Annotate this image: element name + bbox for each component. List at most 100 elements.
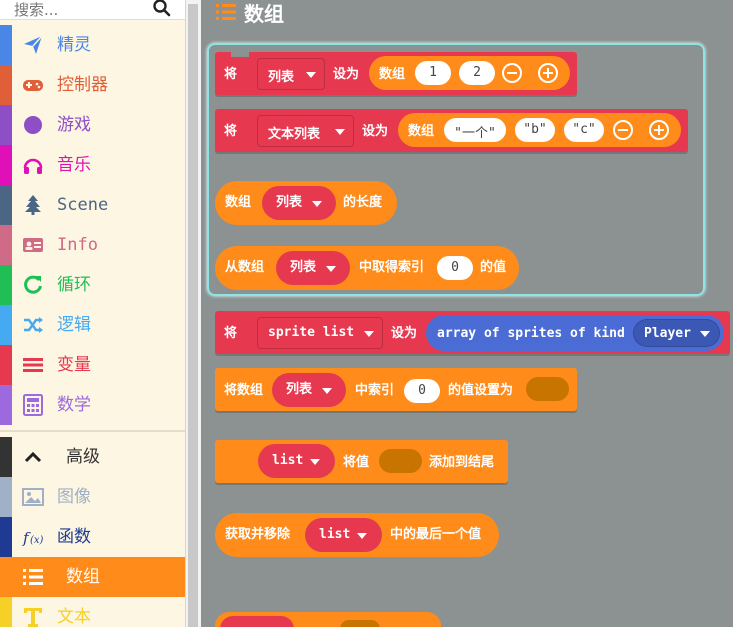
- number-field[interactable]: 1: [415, 61, 451, 85]
- variable-dropdown[interactable]: 列表: [257, 58, 325, 90]
- number-field[interactable]: 2: [459, 61, 495, 85]
- block-label: 中索引: [355, 383, 395, 398]
- value-socket[interactable]: [526, 377, 569, 401]
- category-color-bar: [0, 345, 12, 385]
- toolbox-separator: [0, 430, 185, 432]
- svg-text:(x): (x): [30, 535, 44, 546]
- function-icon: f (x): [22, 529, 44, 547]
- dropdown-caret-icon: [364, 331, 374, 337]
- category-sprites[interactable]: 精灵: [0, 25, 185, 65]
- variable-dropdown[interactable]: [220, 616, 294, 627]
- category-label: 数组: [66, 567, 100, 587]
- dropdown-text: sprite list: [268, 325, 355, 340]
- category-label: 函数: [57, 527, 91, 547]
- variable-dropdown[interactable]: list: [258, 444, 335, 478]
- string-field[interactable]: "一个": [444, 118, 506, 142]
- remove-item-icon[interactable]: [613, 120, 633, 140]
- variable-dropdown[interactable]: 列表: [276, 251, 350, 285]
- block-label: 数组: [225, 195, 252, 210]
- category-images[interactable]: 图像: [0, 477, 185, 517]
- string-field[interactable]: "c": [564, 118, 604, 142]
- category-color-bar: [0, 145, 12, 185]
- dropdown-text: 列表: [276, 195, 303, 210]
- category-color-bar: [0, 25, 12, 65]
- variable-dropdown[interactable]: 列表: [262, 186, 336, 220]
- dropdown-caret-icon: [310, 459, 320, 465]
- category-math[interactable]: 数学: [0, 385, 185, 425]
- add-item-icon[interactable]: [649, 120, 669, 140]
- number-field[interactable]: 0: [404, 379, 440, 403]
- category-text[interactable]: 文本: [0, 597, 185, 627]
- dropdown-caret-icon: [306, 72, 316, 78]
- tree-icon: [25, 195, 41, 215]
- block-label: 将: [224, 124, 238, 139]
- text-icon: [24, 608, 42, 627]
- category-logic[interactable]: 逻辑: [0, 305, 185, 345]
- category-label: 逻辑: [57, 315, 91, 335]
- block-label: 将值: [343, 455, 370, 470]
- toolbox-scrollbar-thumb[interactable]: [188, 4, 198, 627]
- toolbox: 搜索... 精灵 控制器 游戏 音乐 Scene Info 循环 逻辑 变量 数…: [0, 0, 185, 627]
- search-icon[interactable]: [152, 0, 172, 18]
- category-color-bar: [0, 517, 12, 557]
- value-socket[interactable]: [379, 449, 422, 473]
- block-label: 的长度: [343, 195, 383, 210]
- block-label: 设为: [362, 124, 389, 139]
- category-game[interactable]: 游戏: [0, 105, 185, 145]
- category-color-bar: [0, 65, 12, 105]
- circle-icon: [24, 116, 42, 134]
- dropdown-caret-icon: [700, 331, 710, 337]
- value-socket[interactable]: [340, 620, 380, 627]
- variable-dropdown[interactable]: 列表: [272, 373, 346, 407]
- category-label: Info: [57, 235, 98, 255]
- category-label: 文本: [57, 607, 91, 627]
- category-music[interactable]: 音乐: [0, 145, 185, 185]
- block-label: 数组: [379, 67, 406, 82]
- dropdown-caret-icon: [335, 129, 345, 135]
- category-color-bar: [0, 185, 12, 225]
- block-label: 中取得索引: [359, 260, 425, 275]
- category-label: 音乐: [57, 155, 91, 175]
- kind-dropdown[interactable]: Player: [633, 319, 720, 347]
- category-controller[interactable]: 控制器: [0, 65, 185, 105]
- array-set-index-block[interactable]: [215, 368, 577, 411]
- flyout-title-text: 数组: [244, 2, 284, 26]
- dropdown-text: list: [272, 453, 304, 468]
- add-item-icon[interactable]: [538, 63, 558, 83]
- block-label: array of sprites of kind: [437, 326, 625, 341]
- remove-item-icon[interactable]: [502, 63, 522, 83]
- category-label: 图像: [57, 487, 91, 507]
- list-lines-icon: [23, 358, 43, 372]
- id-card-icon: [23, 238, 43, 252]
- search-placeholder: 搜索...: [14, 1, 59, 19]
- list-icon: [23, 569, 43, 585]
- category-functions[interactable]: f (x) 函数: [0, 517, 185, 557]
- block-label: 添加到结尾: [429, 455, 495, 470]
- dropdown-caret-icon: [357, 533, 367, 539]
- category-label: 精灵: [57, 35, 91, 55]
- chevron-up-icon: [24, 451, 42, 463]
- dropdown-text: 列表: [286, 382, 313, 397]
- category-loops[interactable]: 循环: [0, 265, 185, 305]
- search-box[interactable]: 搜索...: [0, 0, 185, 20]
- block-label: 数组: [408, 124, 435, 139]
- category-advanced[interactable]: 高级: [0, 437, 185, 477]
- category-scene[interactable]: Scene: [0, 185, 185, 225]
- shuffle-icon: [24, 317, 43, 333]
- variable-dropdown[interactable]: sprite list: [257, 317, 383, 349]
- category-color-bar: [0, 477, 12, 517]
- category-color-bar: [0, 265, 12, 305]
- string-field[interactable]: "b": [515, 118, 555, 142]
- headphones-icon: [23, 158, 43, 174]
- block-label: 的值设置为: [448, 383, 514, 398]
- block-notch: [231, 51, 249, 57]
- category-variables[interactable]: 变量: [0, 345, 185, 385]
- variable-dropdown[interactable]: 文本列表: [257, 115, 354, 147]
- number-field[interactable]: 0: [437, 256, 473, 280]
- variable-dropdown[interactable]: list: [305, 518, 382, 552]
- block-label: 的值: [480, 260, 507, 275]
- category-info[interactable]: Info: [0, 225, 185, 265]
- category-label: 游戏: [57, 115, 91, 135]
- category-arrays[interactable]: 数组: [0, 557, 185, 597]
- dropdown-text: 列表: [290, 260, 317, 275]
